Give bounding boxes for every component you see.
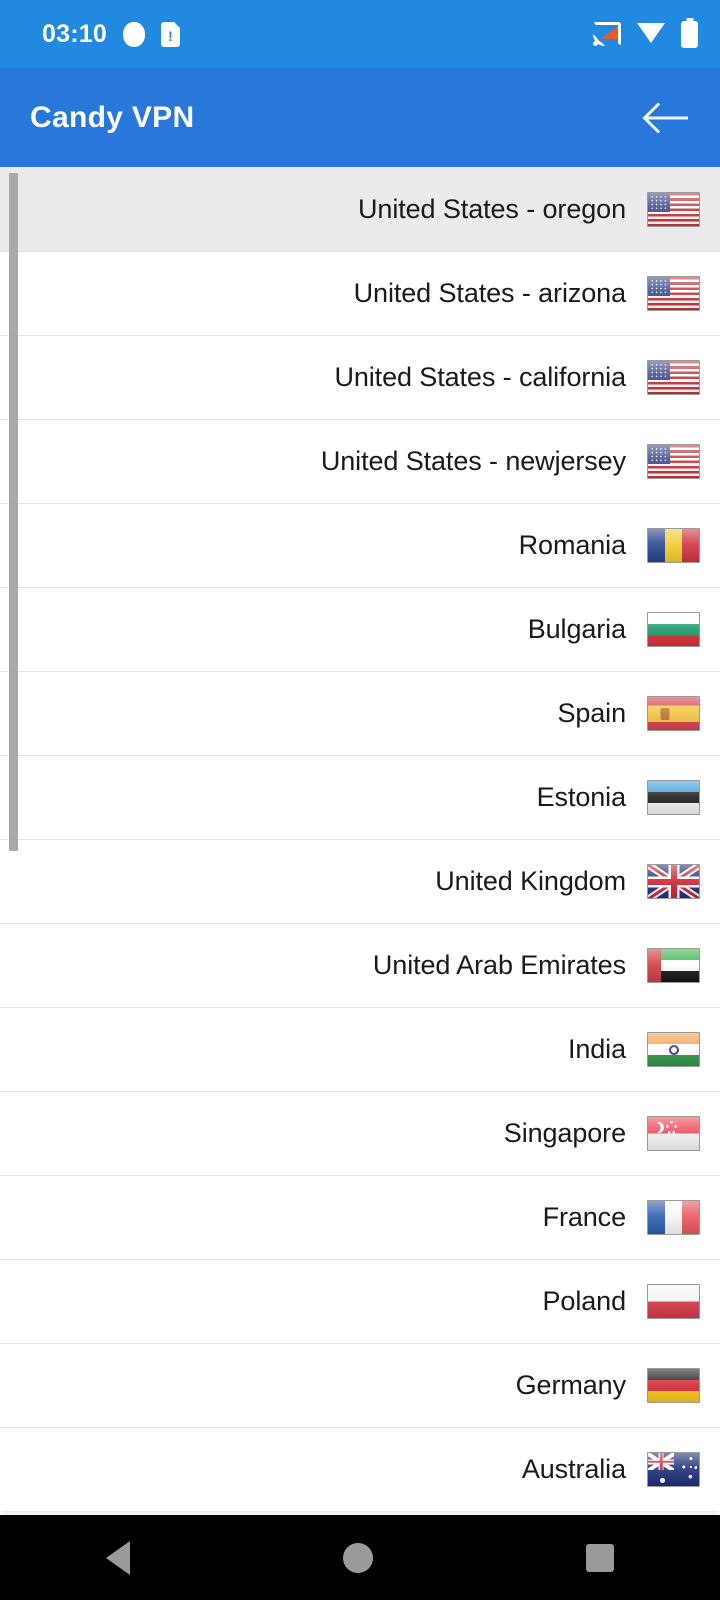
nav-home-button[interactable] xyxy=(342,1542,373,1573)
server-item-label: Poland xyxy=(542,1286,627,1316)
status-bar-right xyxy=(593,20,698,48)
server-item-label: United Arab Emirates xyxy=(372,950,626,980)
page-title: Candy VPN xyxy=(30,100,195,134)
gb-flag-icon xyxy=(647,864,700,899)
server-item-label: United States - arizona xyxy=(353,278,626,308)
server-item-label: France xyxy=(542,1202,627,1232)
server-item-label: India xyxy=(567,1034,626,1064)
server-item-label: United States - california xyxy=(334,362,626,392)
in-flag-icon xyxy=(647,1032,700,1067)
server-list-item[interactable]: Estonia xyxy=(0,755,720,839)
sg-flag-icon xyxy=(647,1116,700,1151)
server-item-label: Spain xyxy=(557,698,626,728)
de-flag-icon xyxy=(647,1368,700,1403)
ro-flag-icon xyxy=(647,528,700,563)
nav-back-button[interactable] xyxy=(106,1540,131,1575)
android-nav-bar xyxy=(0,1515,720,1600)
server-item-label: Germany xyxy=(515,1370,626,1400)
server-item-label: United Kingdom xyxy=(435,866,626,896)
server-item-label: Australia xyxy=(521,1454,626,1484)
server-list[interactable]: United States - oregon United States - ar… xyxy=(0,167,720,1515)
server-item-label: Singapore xyxy=(503,1118,626,1148)
cast-icon xyxy=(593,22,621,46)
app-root: 03:10 Candy VPN United States - oregonUn… xyxy=(0,0,720,1600)
status-bar: 03:10 xyxy=(0,0,720,68)
nav-recents-button[interactable] xyxy=(585,1543,614,1572)
server-item-label: Estonia xyxy=(536,782,626,812)
es-flag-icon xyxy=(647,696,700,731)
sdcard-alert-icon xyxy=(160,21,180,47)
au-flag-icon xyxy=(647,1452,700,1487)
us-flag-icon xyxy=(647,444,700,479)
app-bar: Candy VPN xyxy=(0,68,720,167)
server-list-item[interactable]: United States - arizona xyxy=(0,251,720,335)
server-list-item[interactable]: Germany xyxy=(0,1343,720,1427)
ee-flag-icon xyxy=(647,780,700,815)
server-list-item[interactable]: Romania xyxy=(0,503,720,587)
server-list-item[interactable]: United Arab Emirates xyxy=(0,923,720,1007)
circle-icon xyxy=(122,21,145,47)
server-list-item[interactable]: France xyxy=(0,1175,720,1259)
ae-flag-icon xyxy=(647,948,700,983)
us-flag-icon xyxy=(647,360,700,395)
us-flag-icon xyxy=(647,276,700,311)
server-item-label: Bulgaria xyxy=(527,614,626,644)
server-item-label: United States - oregon xyxy=(358,193,626,224)
server-list-item[interactable]: Singapore xyxy=(0,1091,720,1175)
server-list-item[interactable]: India xyxy=(0,1007,720,1091)
server-list-item[interactable]: United States - oregon xyxy=(0,167,720,251)
status-bar-left: 03:10 xyxy=(42,20,180,49)
wifi-icon xyxy=(637,23,665,45)
battery-icon xyxy=(681,20,698,48)
server-list-item[interactable]: Poland xyxy=(0,1259,720,1343)
server-list-item[interactable]: Bulgaria xyxy=(0,587,720,671)
server-list-item[interactable]: Spain xyxy=(0,671,720,755)
pl-flag-icon xyxy=(647,1284,700,1319)
server-item-label: United States - newjersey xyxy=(320,446,626,476)
fr-flag-icon xyxy=(647,1200,700,1235)
server-list-rows: United States - oregon United States - ar… xyxy=(0,167,720,1511)
server-list-item[interactable]: United States - newjersey xyxy=(0,419,720,503)
bg-flag-icon xyxy=(647,612,700,647)
server-list-item[interactable]: United Kingdom xyxy=(0,839,720,923)
status-clock: 03:10 xyxy=(42,19,107,48)
server-item-label: Romania xyxy=(518,530,626,560)
server-list-item[interactable]: United States - california xyxy=(0,335,720,419)
us-flag-icon xyxy=(647,191,700,227)
back-arrow-icon[interactable] xyxy=(644,98,690,138)
server-list-item[interactable]: Australia xyxy=(0,1427,720,1511)
